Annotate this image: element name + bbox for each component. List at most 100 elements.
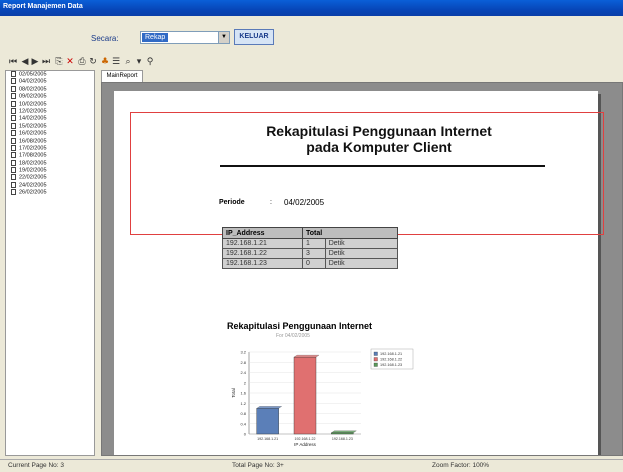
tree-item-label: 17/08/2005 (19, 152, 47, 159)
bar-top (330, 430, 357, 433)
y-tick-label: 2 (244, 380, 247, 385)
tab-bar: MainReport (101, 70, 621, 82)
tree-item-label: 04/02/2005 (19, 78, 47, 85)
periode-value: 04/02/2005 (284, 198, 325, 207)
document-icon (11, 71, 16, 77)
zoom-icon[interactable]: ⌕ (123, 56, 133, 68)
document-icon (11, 152, 16, 159)
table-row: 192.168.1.23 0 Detik (222, 258, 399, 269)
y-tick-label: 2.4 (240, 370, 246, 375)
bar (293, 356, 317, 435)
y-tick-label: 0.8 (240, 411, 246, 416)
tree-item[interactable]: 16/08/2005 (6, 137, 94, 145)
prev-page-icon[interactable]: ◀ (20, 56, 30, 68)
bar-top (293, 354, 320, 358)
tree-item[interactable]: 22/02/2005 (6, 174, 94, 181)
bar-top (256, 406, 283, 409)
tree-item[interactable]: 24/02/2005 (6, 181, 94, 189)
group-tree-panel[interactable]: 02/05/2005 04/02/2005 08/02/2005 09/02/2005… (5, 70, 95, 456)
bar (256, 408, 279, 435)
tree-item-label: 14/02/2005 (19, 115, 47, 122)
print-icon[interactable]: ⎙ (77, 56, 87, 68)
first-page-icon[interactable]: ⏮ (8, 56, 18, 68)
tree-item[interactable]: 17/02/2005 (6, 144, 94, 152)
tree-item-label: 26/02/2005 (19, 189, 47, 196)
tree-item[interactable]: 09/02/2005 (6, 93, 94, 100)
y-axis-label: Total (231, 388, 236, 398)
legend-label: 192.168.1.21 (380, 352, 402, 356)
document-icon (11, 130, 16, 137)
document-icon (11, 174, 16, 181)
report-viewer[interactable]: Rekapitulasi Penggunaan Internet pada Ko… (101, 82, 623, 456)
table-row: 192.168.1.22 3 Detik (222, 248, 399, 259)
cell-unit: Detik (324, 238, 399, 249)
tree-item[interactable]: 02/05/2005 (6, 71, 94, 78)
chevron-down-icon[interactable]: ▼ (218, 32, 229, 43)
periode-colon: : (270, 199, 272, 206)
tree-item[interactable]: 04/02/2005 (6, 78, 94, 85)
document-icon (11, 181, 16, 188)
tree-toggle-icon[interactable]: ♣ (100, 56, 110, 68)
tree-item[interactable]: 16/02/2005 (6, 130, 94, 137)
tree-item-label: 12/02/2005 (19, 108, 47, 115)
window-title: Report Manajemen Data (3, 3, 83, 10)
export-icon[interactable]: ⎘ (54, 56, 64, 68)
tab-mainreport[interactable]: MainReport (101, 70, 143, 82)
document-icon (11, 93, 16, 100)
cell-total: 3 (302, 248, 326, 259)
y-tick-label: 1.2 (240, 401, 246, 406)
document-icon (11, 78, 16, 85)
document-icon (11, 115, 16, 122)
x-axis-label: IP Address (294, 442, 316, 447)
status-total-page: Total Page No: 3+ (232, 462, 284, 469)
tree-item[interactable]: 15/02/2005 (6, 122, 94, 130)
document-icon (11, 137, 16, 144)
report-toolbar: ⏮ ◀ ▶ ⏭ ⎘ ✕ ⎙ ↻ ♣ ☰ ⌕ ▾ ⚲ (0, 54, 623, 70)
cell-unit: Detik (324, 248, 399, 259)
title-divider (220, 165, 545, 167)
keluar-button[interactable]: KELUAR (234, 29, 274, 45)
x-tick-label: 192.168.1.22 (295, 437, 316, 441)
table-header-row: IP_Address Total (222, 227, 399, 239)
y-tick-label: 1.6 (240, 391, 246, 396)
tree-item-label: 08/02/2005 (19, 86, 47, 93)
tree-item-label: 24/02/2005 (19, 182, 47, 189)
usage-table: IP_Address Total 192.168.1.21 1 Detik 19… (222, 227, 399, 269)
tree-item[interactable]: 19/02/2005 (6, 167, 94, 174)
next-page-icon[interactable]: ▶ (30, 56, 40, 68)
tree-item-label: 09/02/2005 (19, 93, 47, 100)
periode-label: Periode (219, 199, 245, 206)
cell-ip: 192.168.1.22 (222, 248, 303, 259)
report-title-line1: Rekapitulasi Penggunaan Internet (266, 123, 492, 139)
status-current-page: Current Page No: 3 (8, 462, 65, 469)
cell-ip: 192.168.1.23 (222, 258, 303, 269)
document-icon (11, 122, 16, 129)
tree-item[interactable]: 26/02/2005 (6, 189, 94, 196)
tree-item[interactable]: 10/02/2005 (6, 100, 94, 108)
secara-dropdown[interactable]: Rekap ▼ (140, 31, 230, 44)
tree-item[interactable]: 12/02/2005 (6, 107, 94, 115)
tree-item[interactable]: 08/02/2005 (6, 85, 94, 93)
tree-item[interactable]: 18/02/2005 (6, 159, 94, 167)
tree-item-label: 17/02/2005 (19, 145, 47, 152)
close-icon[interactable]: ✕ (65, 56, 75, 68)
tree-item[interactable]: 17/08/2005 (6, 152, 94, 159)
group-tree-icon[interactable]: ☰ (111, 56, 121, 68)
document-icon (11, 159, 16, 166)
zoom-dropdown-icon[interactable]: ▾ (134, 56, 144, 68)
tree-item[interactable]: 14/02/2005 (6, 115, 94, 122)
status-zoom: Zoom Factor: 100% (432, 462, 490, 469)
report-title-line2: pada Komputer Client (306, 139, 452, 155)
document-icon (11, 107, 16, 114)
header-total: Total (302, 227, 326, 239)
refresh-icon[interactable]: ↻ (88, 56, 98, 68)
cell-total: 1 (302, 238, 326, 249)
last-page-icon[interactable]: ⏭ (41, 56, 51, 68)
cell-unit: Detik (324, 258, 399, 269)
search-icon[interactable]: ⚲ (145, 56, 155, 68)
cell-total: 0 (302, 258, 326, 269)
tree-item-label: 02/05/2005 (19, 71, 47, 78)
x-tick-label: 192.168.1.21 (257, 437, 278, 441)
y-tick-label: 3.2 (240, 350, 246, 355)
document-icon (11, 85, 16, 92)
